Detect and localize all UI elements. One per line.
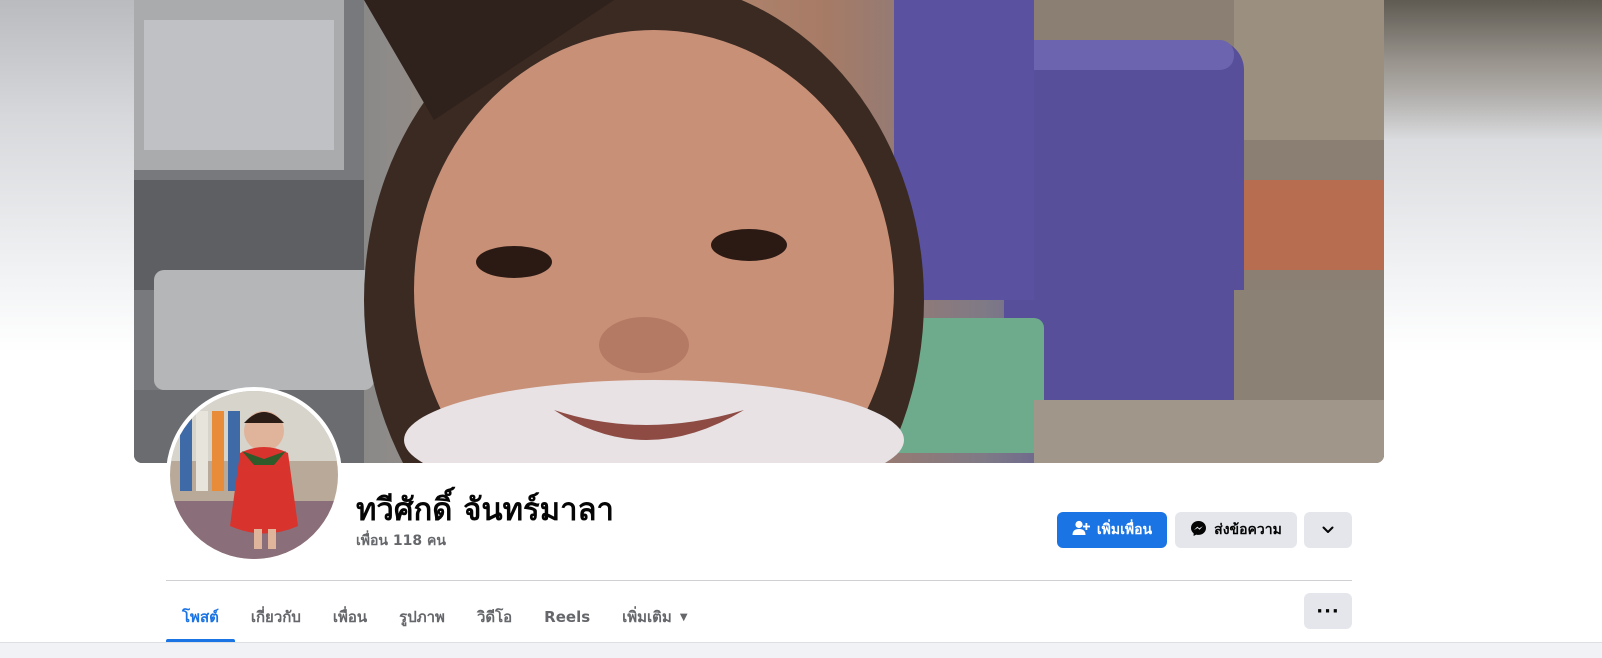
tab-label: เพื่อน xyxy=(332,608,368,626)
tab-photos[interactable]: รูปภาพ xyxy=(383,592,461,642)
avatar-image xyxy=(170,391,338,559)
more-dots-icon: ··· xyxy=(1316,600,1340,622)
tab-label: โพสต์ xyxy=(182,608,219,626)
messenger-icon xyxy=(1190,520,1207,541)
profile-name: ทวีศักดิ์ จันทร์มาลา xyxy=(356,492,614,528)
page-feed-area xyxy=(0,642,1602,658)
tab-overflow-button[interactable]: ··· xyxy=(1304,593,1352,629)
add-friend-button[interactable]: เพิ่มเพื่อน xyxy=(1057,512,1167,548)
profile-avatar[interactable] xyxy=(166,387,342,563)
tab-more[interactable]: เพิ่มเติม ▼ xyxy=(606,592,703,642)
add-friend-icon xyxy=(1072,520,1090,540)
friends-count[interactable]: เพื่อน 118 คน xyxy=(356,530,446,552)
tab-friends[interactable]: เพื่อน xyxy=(317,592,383,642)
tab-label: เกี่ยวกับ xyxy=(250,608,301,626)
header-divider xyxy=(166,580,1352,581)
message-button[interactable]: ส่งข้อความ xyxy=(1175,512,1297,548)
cover-photo-image xyxy=(134,0,1384,463)
profile-tabs: โพสต์ เกี่ยวกับ เพื่อน รูปภาพ วิดีโอ Ree… xyxy=(166,592,704,642)
tab-label: วิดีโอ xyxy=(476,608,513,626)
tab-videos[interactable]: วิดีโอ xyxy=(461,592,528,642)
tab-label: เพิ่มเติม xyxy=(622,608,672,626)
message-label: ส่งข้อความ xyxy=(1214,522,1282,538)
add-friend-label: เพิ่มเพื่อน xyxy=(1096,522,1153,538)
chevron-down-icon xyxy=(1322,522,1334,538)
tab-label: รูปภาพ xyxy=(399,608,445,626)
profile-options-button[interactable] xyxy=(1304,512,1352,548)
tab-about[interactable]: เกี่ยวกับ xyxy=(235,592,317,642)
tab-reels[interactable]: Reels xyxy=(528,592,606,642)
caret-down-icon: ▼ xyxy=(679,611,688,623)
cover-photo[interactable] xyxy=(134,0,1384,463)
tab-label: Reels xyxy=(544,608,591,626)
tab-posts[interactable]: โพสต์ xyxy=(166,592,235,642)
